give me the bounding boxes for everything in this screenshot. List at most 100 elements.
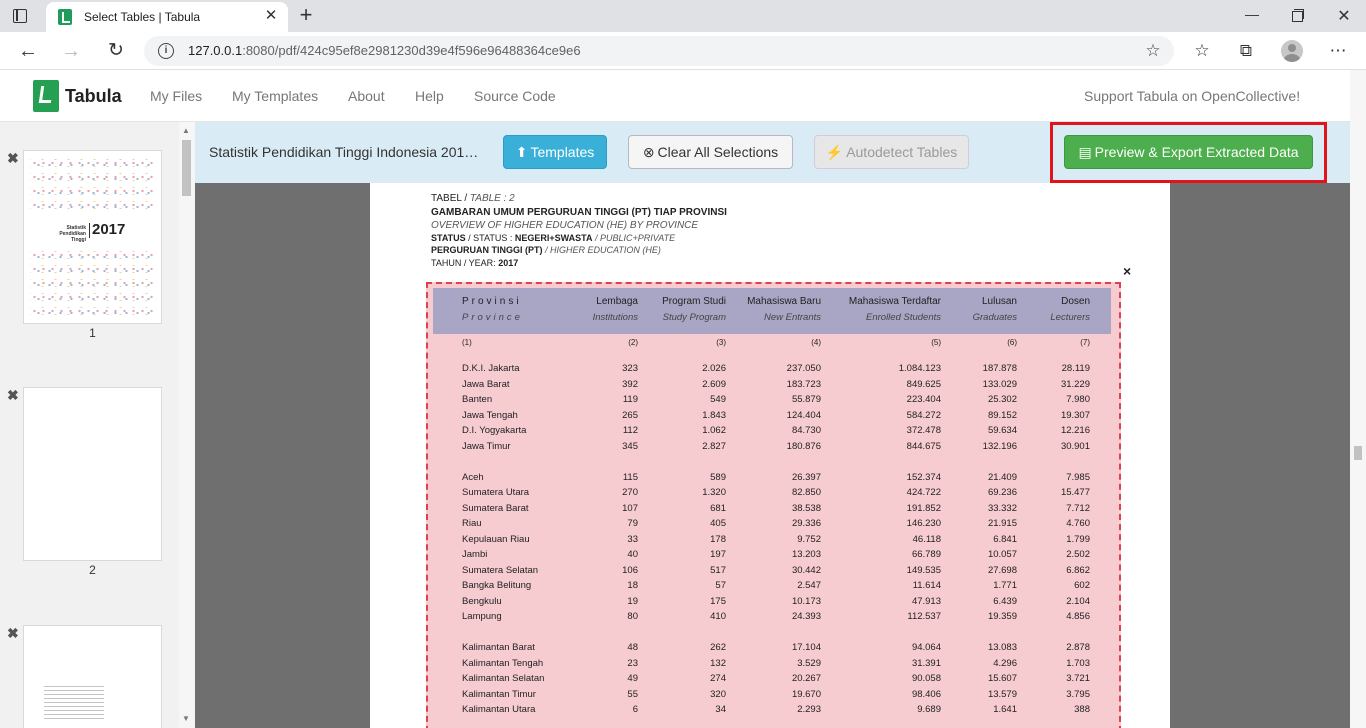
table-cell-mahasiswa-terdaftar: 112.537: [907, 611, 941, 622]
table-cell-mahasiswa-terdaftar: 849.625: [906, 378, 941, 390]
table-row-province: D.I. Yogyakarta: [462, 425, 527, 436]
table-cell-mahasiswa-terdaftar: 9.689: [917, 704, 941, 715]
table-cell-program-studi: 175: [710, 595, 726, 607]
remove-page-2-icon[interactable]: ✖: [7, 387, 19, 404]
table-cell-lulusan: 1.641: [993, 704, 1017, 715]
site-info-icon[interactable]: i: [158, 43, 174, 59]
sidebar-scrollbar[interactable]: ▲ ▼: [179, 122, 195, 728]
remove-page-1-icon[interactable]: ✖: [7, 150, 19, 167]
header-mahasiswa-baru: Mahasiswa Baru: [747, 296, 821, 307]
thumb-pattern: [30, 265, 155, 273]
url-path: :8080/pdf/424c95ef8e2981230d39e4f596e964…: [242, 43, 581, 58]
table-cell-mahasiswa-baru: 13.203: [791, 549, 821, 560]
add-favorite-icon[interactable]: ☆: [1142, 40, 1164, 62]
table-selection-area[interactable]: Provinsi Province Lembaga Institutions Progr…: [426, 282, 1121, 728]
table-cell-mahasiswa-terdaftar: 152.374: [906, 471, 941, 483]
table-cell-mahasiswa-terdaftar: 31.391: [911, 657, 941, 669]
app-navbar: Tabula My Files My Templates About Help …: [0, 70, 1366, 122]
window-minimize-button[interactable]: —: [1240, 6, 1264, 26]
table-cell-mahasiswa-baru: 24.393: [791, 611, 821, 622]
remove-page-3-icon[interactable]: ✖: [7, 625, 19, 642]
pdf-viewer[interactable]: TABEL / TABLE : 2 GAMBARAN UMUM PERGURUA…: [195, 183, 1350, 728]
header-dosen: Dosen: [1061, 296, 1090, 307]
browser-tab-active[interactable]: Select Tables | Tabula ✕: [46, 2, 288, 32]
scroll-up-icon[interactable]: ▲: [182, 126, 190, 135]
tab-actions-icon[interactable]: [10, 6, 30, 26]
page-thumbnail-3[interactable]: [23, 625, 162, 728]
clear-circle-icon: ⊗: [642, 144, 655, 160]
table-cell-program-studi: 132: [710, 657, 726, 669]
scroll-down-icon[interactable]: ▼: [182, 714, 190, 723]
page-thumbnail-1[interactable]: Statistik Pendidikan Tinggi 2017: [23, 150, 162, 324]
address-bar[interactable]: i 127.0.0.1:8080/pdf/424c95ef8e2981230d3…: [144, 36, 1174, 66]
table-cell-lulusan: 69.236: [987, 487, 1017, 498]
nav-support-link[interactable]: Support Tabula on OpenCollective!: [1084, 88, 1300, 104]
table-cell-mahasiswa-baru: 2.547: [797, 580, 821, 591]
main-scroll-thumb[interactable]: [1354, 446, 1362, 460]
templates-button[interactable]: ⬆ Templates: [503, 135, 607, 169]
back-button[interactable]: ←: [15, 38, 41, 64]
table-cell-dosen: 6.862: [1066, 564, 1090, 576]
table-row-province: Jawa Timur: [462, 440, 511, 452]
table-cell-mahasiswa-terdaftar: 844.675: [906, 440, 941, 452]
clear-selections-button[interactable]: ⊗ Clear All Selections: [628, 135, 793, 169]
forward-button[interactable]: →: [58, 38, 84, 64]
table-cell-mahasiswa-terdaftar: 94.064: [911, 642, 941, 653]
table-row-province: Lampung: [462, 611, 502, 622]
more-menu-icon[interactable]: ⋯: [1325, 38, 1351, 64]
table-cell-lulusan: 132.196: [982, 440, 1017, 452]
window-close-button[interactable]: ✕: [1332, 6, 1356, 26]
page-thumbnail-2[interactable]: [23, 387, 162, 561]
lightning-icon: ⚡: [825, 144, 844, 160]
nav-my-files[interactable]: My Files: [150, 88, 202, 104]
tab-close-icon[interactable]: ✕: [262, 7, 280, 25]
table-cell-lembaga: 345: [622, 440, 638, 452]
table-cell-program-studi: 1.320: [702, 487, 726, 498]
thumb-pattern: [30, 251, 155, 259]
status-line: STATUS / STATUS : NEGERI+SWASTA / PUBLIC…: [431, 233, 675, 243]
remove-selection-icon[interactable]: ×: [1123, 263, 1131, 279]
column-number: (7): [1080, 338, 1090, 347]
url-text[interactable]: 127.0.0.1:8080/pdf/424c95ef8e2981230d39e…: [188, 43, 581, 58]
pdf-page[interactable]: TABEL / TABLE : 2 GAMBARAN UMUM PERGURUA…: [370, 183, 1170, 728]
header-provinsi: Provinsi: [462, 296, 522, 307]
table-cell-lulusan: 187.878: [982, 363, 1017, 374]
thumb-pattern: [30, 279, 155, 287]
table-cell-lembaga: 323: [622, 363, 638, 374]
sidebar-scroll-thumb[interactable]: [182, 140, 191, 196]
nav-my-templates[interactable]: My Templates: [232, 88, 318, 104]
thumb-pattern: [30, 293, 155, 301]
nav-about[interactable]: About: [348, 88, 385, 104]
pt-label-en: / HIGHER EDUCATION (HE): [542, 245, 661, 255]
profile-avatar[interactable]: [1281, 40, 1303, 62]
table-cell-program-studi: 2.609: [702, 378, 726, 390]
table-cell-dosen: 31.229: [1060, 378, 1090, 390]
new-tab-button[interactable]: +: [294, 3, 318, 27]
window-restore-button[interactable]: [1286, 6, 1310, 26]
table-cell-lulusan: 19.359: [987, 611, 1017, 622]
table-cell-program-studi: 410: [710, 611, 726, 622]
table-cell-program-studi: 1.843: [702, 409, 726, 421]
header-dosen-en: Lecturers: [1050, 312, 1090, 323]
favorites-icon[interactable]: ☆: [1189, 38, 1215, 64]
table-cell-lulusan: 10.057: [987, 549, 1017, 560]
reload-button[interactable]: ↻: [103, 38, 129, 64]
tabula-logo-icon[interactable]: [33, 80, 59, 112]
templates-label: Templates: [530, 144, 595, 160]
table-cell-mahasiswa-baru: 19.670: [791, 688, 821, 700]
tab-title: Select Tables | Tabula: [84, 10, 201, 24]
table-row-province: Jawa Tengah: [462, 409, 518, 421]
table-cell-lembaga: 119: [622, 394, 638, 405]
nav-help[interactable]: Help: [415, 88, 444, 104]
brand-name[interactable]: Tabula: [65, 86, 122, 107]
main-scrollbar[interactable]: [1350, 70, 1366, 728]
table-cell-lembaga: 106: [622, 564, 638, 576]
table-cell-mahasiswa-terdaftar: 424.722: [906, 487, 941, 498]
table-cell-mahasiswa-terdaftar: 46.118: [912, 533, 941, 545]
status-value: NEGERI+SWASTA: [514, 233, 593, 243]
table-row-province: Kalimantan Barat: [462, 642, 535, 653]
autodetect-tables-button[interactable]: ⚡ Autodetect Tables: [814, 135, 969, 169]
table-cell-lembaga: 265: [622, 409, 638, 421]
nav-source-code[interactable]: Source Code: [474, 88, 556, 104]
collections-icon[interactable]: ⧉: [1233, 38, 1259, 64]
